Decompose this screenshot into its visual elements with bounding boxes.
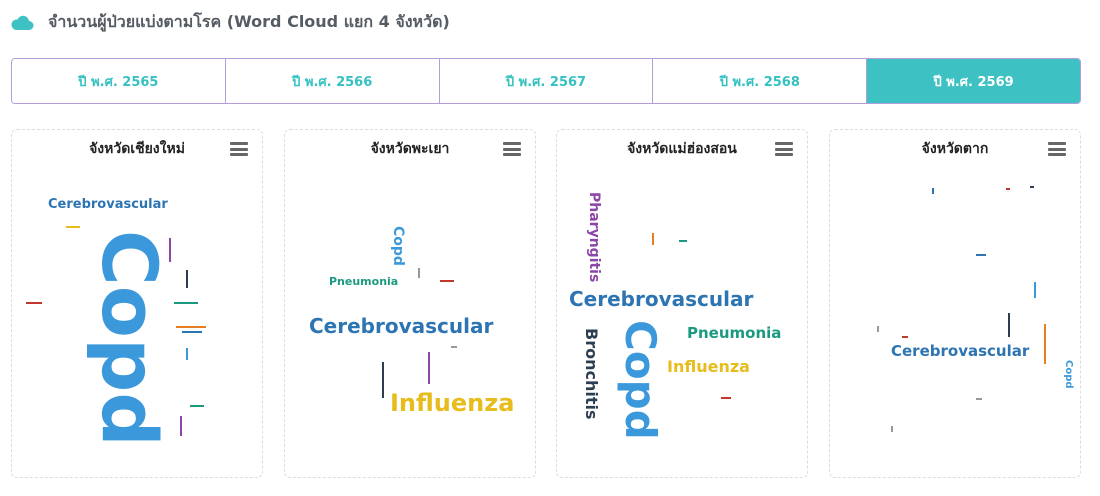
word-pneumonia: Pneumonia bbox=[687, 324, 782, 342]
page-header: จำนวนผู้ป่วยแบ่งตามโรค (Word Cloud แยก 4… bbox=[10, 10, 450, 34]
wordcloud-card-chiangmai: จังหวัดเชียงใหม่ Copd Cerebrovascular bbox=[11, 129, 263, 478]
word-cloud: Cerebrovascular Copd bbox=[830, 130, 1080, 477]
cloud-icon bbox=[11, 15, 34, 30]
word-cerebrovascular: Cerebrovascular bbox=[309, 314, 494, 338]
word-influenza: Influenza bbox=[667, 357, 750, 376]
word-bronchitis: Bronchitis bbox=[582, 328, 601, 420]
word-cerebrovascular: Cerebrovascular bbox=[891, 342, 1030, 360]
tab-year-2566[interactable]: ปี พ.ศ. 2566 bbox=[225, 59, 440, 103]
word-pneumonia: Pneumonia bbox=[329, 275, 399, 288]
tab-year-2567[interactable]: ปี พ.ศ. 2567 bbox=[439, 59, 654, 103]
wordcloud-card-maehongson: จังหวัดแม่ฮ่องสอน Cerebrovascular Copd B… bbox=[556, 129, 808, 478]
tab-year-2568[interactable]: ปี พ.ศ. 2568 bbox=[653, 59, 868, 103]
word-cerebrovascular: Cerebrovascular bbox=[48, 197, 168, 212]
tab-year-2565[interactable]: ปี พ.ศ. 2565 bbox=[12, 59, 226, 103]
tab-year-2569[interactable]: ปี พ.ศ. 2569 bbox=[867, 59, 1080, 103]
page-title: จำนวนผู้ป่วยแบ่งตามโรค (Word Cloud แยก 4… bbox=[48, 11, 450, 31]
year-tabs: ปี พ.ศ. 2565 ปี พ.ศ. 2566 ปี พ.ศ. 2567 ป… bbox=[11, 58, 1081, 104]
word-pharyngitis: Pharyngitis bbox=[586, 192, 602, 283]
word-cerebrovascular: Cerebrovascular bbox=[569, 287, 754, 311]
wordcloud-card-tak: จังหวัดตาก Cerebrovascular Copd bbox=[829, 129, 1081, 478]
word-cloud: Cerebrovascular Influenza Copd Pneumonia bbox=[285, 130, 535, 477]
word-copd: Copd bbox=[616, 320, 665, 440]
word-cloud: Cerebrovascular Copd Bronchitis Pharyngi… bbox=[557, 130, 807, 477]
wordcloud-card-phayao: จังหวัดพะเยา Cerebrovascular Influenza C… bbox=[284, 129, 536, 478]
word-cloud: Copd Cerebrovascular bbox=[12, 130, 262, 477]
word-copd: Copd bbox=[390, 226, 406, 266]
word-influenza: Influenza bbox=[390, 389, 515, 417]
word-copd: Copd bbox=[1063, 360, 1074, 389]
word-copd: Copd bbox=[85, 230, 174, 447]
